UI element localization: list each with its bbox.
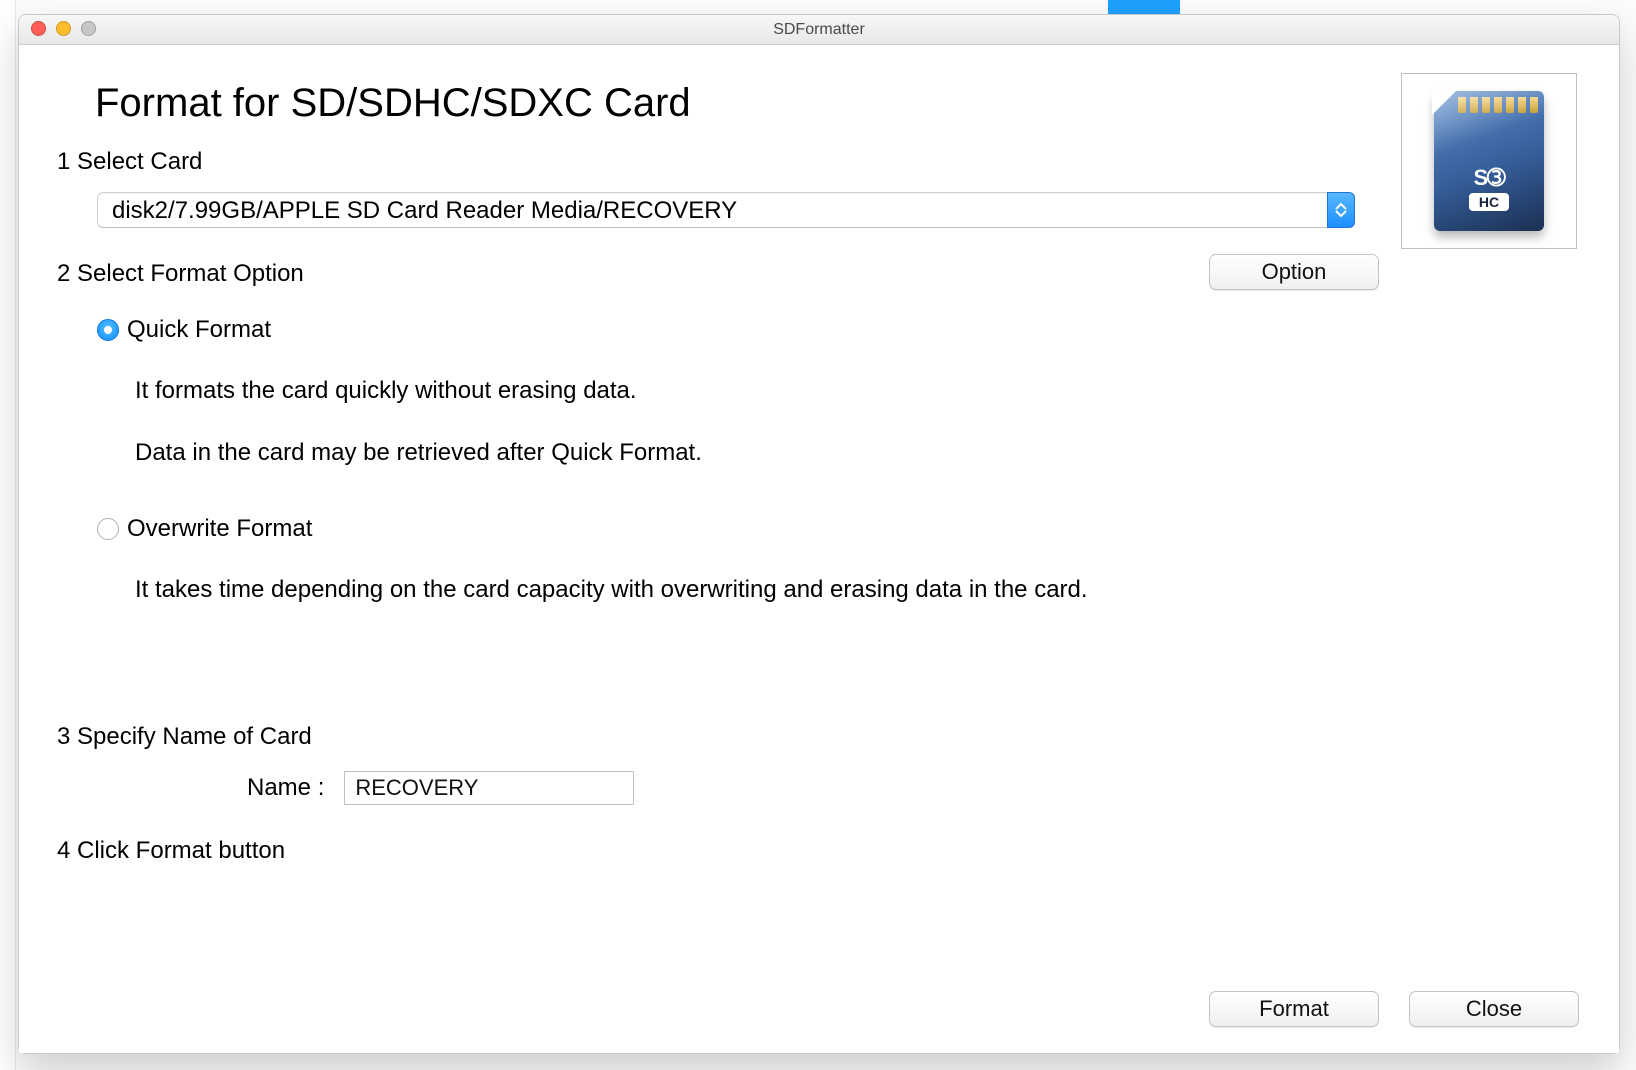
window-titlebar[interactable]: SDFormatter [19, 15, 1619, 45]
quick-format-desc-1: It formats the card quickly without eras… [135, 368, 1088, 414]
close-button[interactable]: Close [1409, 991, 1579, 1027]
step-3-label: 3 Specify Name of Card [57, 723, 1579, 751]
footer-button-row: Format Close [1209, 991, 1579, 1027]
card-select-stepper-icon[interactable] [1327, 192, 1355, 228]
radio-overwrite-format[interactable] [97, 518, 119, 540]
window-traffic-lights [31, 21, 96, 36]
window-body: S➂ HC Format for SD/SDHC/SDXC Card 1 Sel… [19, 45, 1619, 1053]
window-zoom-button[interactable] [81, 21, 96, 36]
card-name-row: Name : [247, 771, 1579, 805]
window-title: SDFormatter [773, 21, 865, 39]
step-2-label: 2 Select Format Option [57, 260, 1088, 288]
card-select-combo[interactable]: disk2/7.99GB/APPLE SD Card Reader Media/… [97, 192, 1355, 228]
window-minimize-button[interactable] [56, 21, 71, 36]
card-name-input[interactable] [344, 771, 634, 805]
sdhc-card-icon: S➂ HC [1401, 73, 1577, 249]
background-page-strip [0, 0, 16, 1070]
desktop-root: SDFormatter S➂ HC Format for SD/SDHC/SDX… [0, 0, 1636, 1070]
page-heading: Format for SD/SDHC/SDXC Card [95, 81, 1579, 126]
step-1-label: 1 Select Card [57, 148, 1579, 176]
card-name-label: Name : [247, 774, 324, 802]
sd-icon-sd-text: S➂ [1454, 165, 1524, 191]
window-close-button[interactable] [31, 21, 46, 36]
format-option-quick: Quick Format It formats the card quickly… [97, 316, 1088, 475]
radio-overwrite-format-label: Overwrite Format [127, 515, 312, 543]
step-4-label: 4 Click Format button [57, 837, 1579, 865]
sdformatter-window: SDFormatter S➂ HC Format for SD/SDHC/SDX… [18, 14, 1620, 1054]
sd-icon-hc-text: HC [1469, 193, 1509, 211]
radio-quick-format[interactable] [97, 319, 119, 341]
option-button[interactable]: Option [1209, 254, 1379, 290]
quick-format-desc-2: Data in the card may be retrieved after … [135, 430, 1088, 476]
card-select-value[interactable]: disk2/7.99GB/APPLE SD Card Reader Media/… [97, 192, 1355, 228]
overwrite-format-desc: It takes time depending on the card capa… [135, 567, 1088, 613]
format-button[interactable]: Format [1209, 991, 1379, 1027]
radio-quick-format-label: Quick Format [127, 316, 271, 344]
format-option-overwrite: Overwrite Format It takes time depending… [97, 515, 1088, 613]
